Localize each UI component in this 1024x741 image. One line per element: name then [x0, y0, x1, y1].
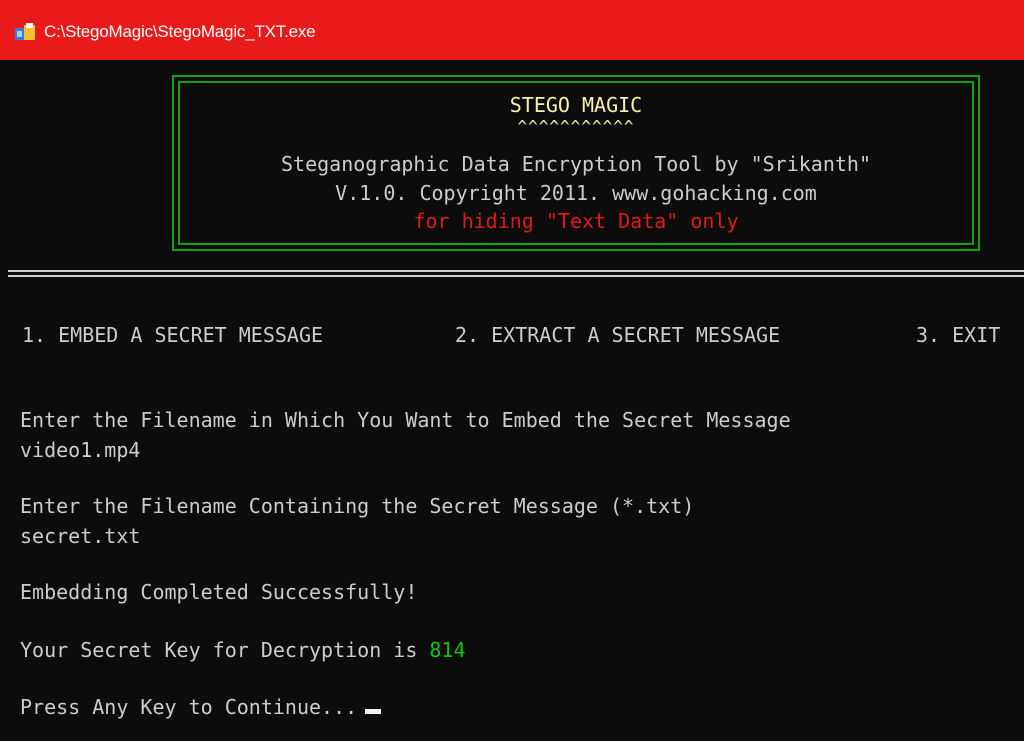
banner-version: V.1.0. Copyright 2011. www.gohacking.com: [335, 181, 817, 205]
banner-title: STEGO MAGIC: [509, 93, 643, 117]
menu-option-extract: 2. EXTRACT A SECRET MESSAGE: [455, 323, 781, 347]
window-title: C:\StegoMagic\StegoMagic_TXT.exe: [44, 22, 316, 41]
input-message-file: secret.txt: [20, 524, 141, 548]
banner-box: STEGO MAGIC ^^^^^^^^^^^ Steganographic D…: [172, 75, 980, 251]
continue-line[interactable]: Press Any Key to Continue...: [20, 694, 382, 720]
status-message: Embedding Completed Successfully!: [20, 580, 418, 604]
title-bar[interactable]: C:\StegoMagic\StegoMagic_TXT.exe: [0, 0, 1024, 60]
secret-key-value: 814: [429, 638, 466, 662]
separator-bottom: [8, 275, 1024, 277]
banner-subtitle: Steganographic Data Encryption Tool by "…: [280, 152, 871, 176]
separator-top: [8, 270, 1024, 272]
prompt-target-file: Enter the Filename in Which You Want to …: [20, 408, 791, 432]
console-window: C:\StegoMagic\StegoMagic_TXT.exe STEGO M…: [0, 0, 1024, 741]
input-target-file: video1.mp4: [20, 438, 141, 462]
console-area[interactable]: STEGO MAGIC ^^^^^^^^^^^ Steganographic D…: [0, 60, 1024, 741]
menu-option-embed: 1. EMBED A SECRET MESSAGE: [22, 323, 324, 347]
secret-key-label: Your Secret Key for Decryption is: [20, 638, 430, 662]
console-app-icon[interactable]: [14, 22, 36, 42]
secret-key-line: Your Secret Key for Decryption is 814: [20, 637, 466, 663]
banner-title-underline: ^^^^^^^^^^^: [517, 117, 635, 136]
menu-option-exit: 3. EXIT: [916, 323, 1001, 347]
banner-note: for hiding "Text Data" only: [413, 209, 739, 233]
text-cursor: [365, 709, 382, 714]
prompt-message-file: Enter the Filename Containing the Secret…: [20, 494, 695, 518]
continue-prompt: Press Any Key to Continue...: [20, 695, 358, 719]
